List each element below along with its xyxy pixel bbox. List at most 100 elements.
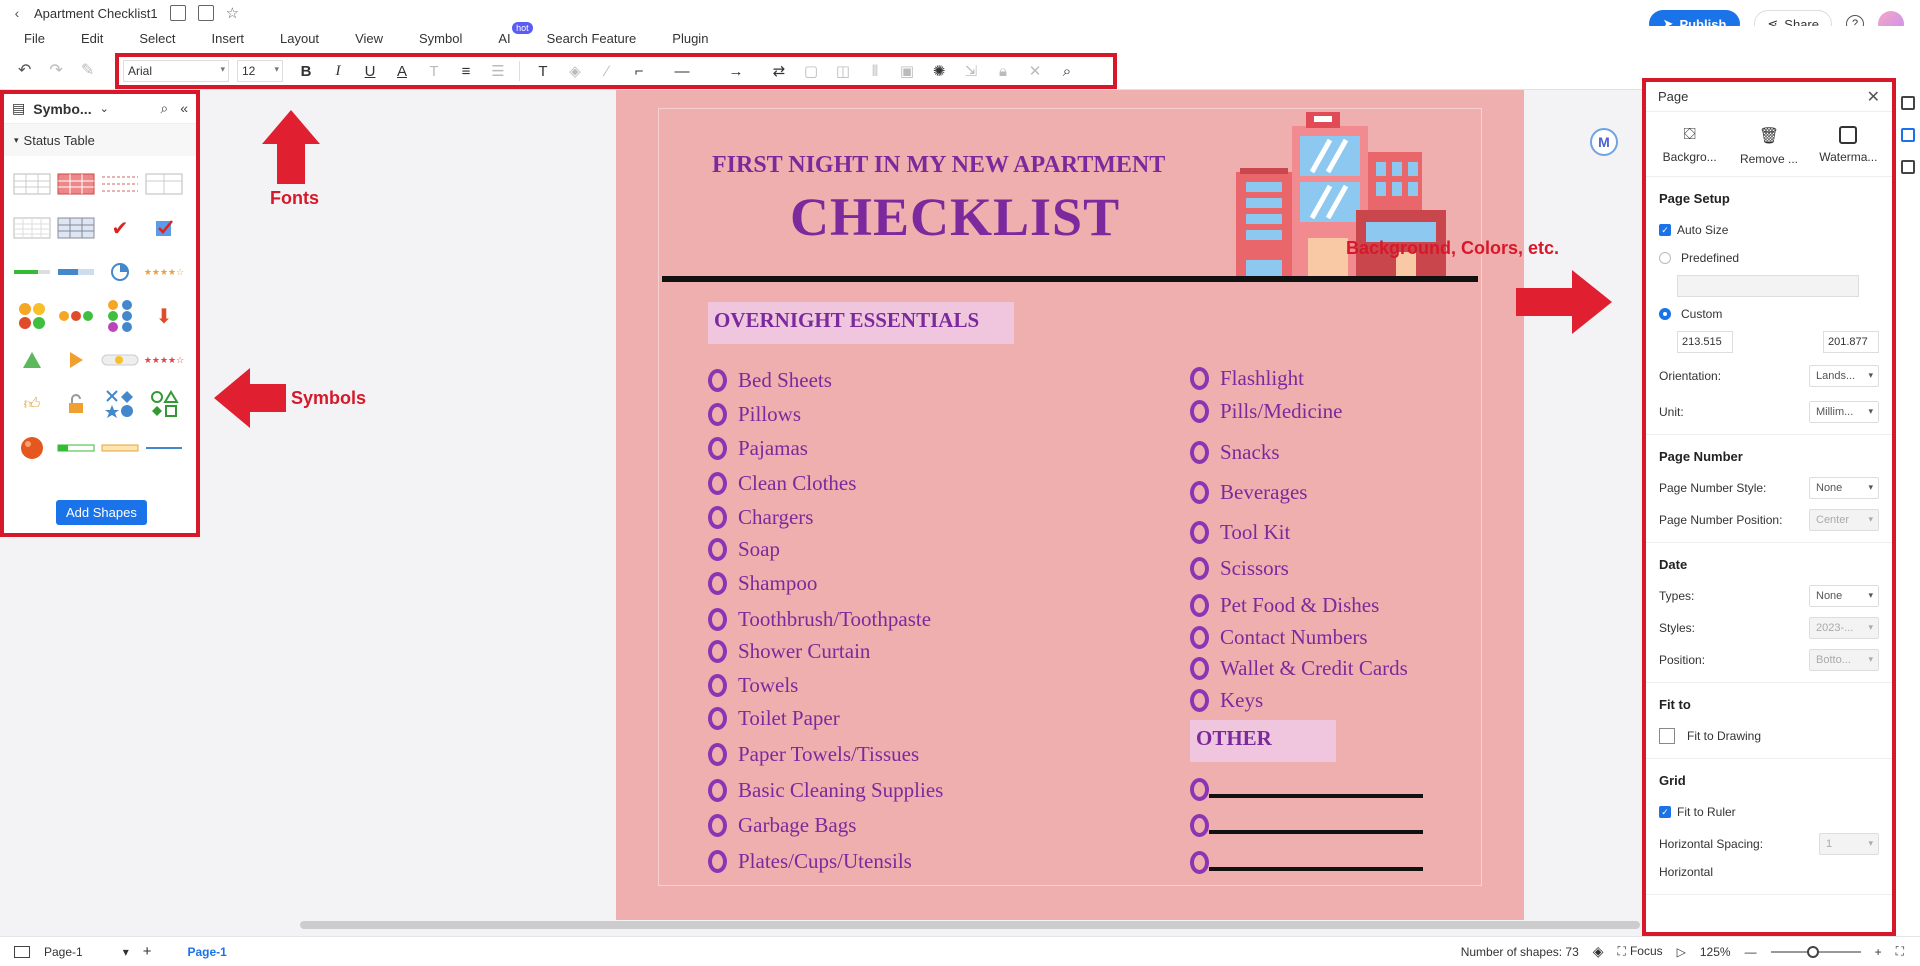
list-item[interactable]: Basic Cleaning Supplies (708, 778, 943, 803)
section-overnight-essentials[interactable]: OVERNIGHT ESSENTIALS (708, 302, 1014, 344)
list-item[interactable]: Contact Numbers (1190, 625, 1368, 650)
list-item[interactable]: Tool Kit (1190, 520, 1290, 545)
page-layout-icon[interactable] (14, 945, 30, 958)
play-icon[interactable] (54, 338, 98, 382)
connector-icon[interactable]: ⌐ (630, 63, 648, 80)
undo-icon[interactable]: ↶ (18, 60, 31, 80)
add-page-icon[interactable]: + (143, 943, 152, 960)
page-number-style-select[interactable]: None (1809, 477, 1879, 499)
zoom-in-icon[interactable]: + (1875, 945, 1882, 959)
list-item[interactable]: Pajamas (708, 436, 808, 461)
list-item[interactable]: Toothbrush/Toothpaste (708, 607, 931, 632)
width-input[interactable]: 213.515 (1677, 331, 1733, 353)
line-spacing-icon[interactable]: ☰ (489, 62, 507, 80)
slider-blue-icon[interactable] (142, 426, 186, 470)
triangle-up-icon[interactable] (10, 338, 54, 382)
symbol-table-grid[interactable] (10, 206, 54, 250)
find-replace-icon[interactable]: ⌕ (1058, 63, 1076, 80)
back-icon[interactable]: ‹ (8, 5, 26, 21)
list-item[interactable]: Soap (708, 537, 780, 562)
position-select[interactable]: Botto... (1809, 649, 1879, 671)
fill-icon[interactable]: ◈ (566, 62, 584, 80)
symbol-table-red[interactable] (54, 162, 98, 206)
list-item[interactable]: Toilet Paper (708, 706, 840, 731)
checklist-subtitle[interactable]: FIRST NIGHT IN MY NEW APARTMENT (712, 152, 1165, 179)
font-size-select[interactable]: 12 (237, 60, 283, 82)
progress-bar-blue[interactable] (54, 250, 98, 294)
replace-icon[interactable]: ⇲ (962, 62, 980, 80)
underline-icon[interactable]: U (361, 63, 379, 80)
blank-line-item[interactable] (1190, 814, 1423, 837)
symbol-table-grey[interactable] (10, 162, 54, 206)
remove-background-tool[interactable]: 🗑︎ Remove ... (1734, 126, 1804, 166)
bold-icon[interactable]: B (297, 63, 315, 80)
fit-to-drawing-button[interactable]: Fit to Drawing (1659, 722, 1879, 750)
star-rating-icon[interactable]: ★★★★☆ (142, 250, 186, 294)
arrange-icon[interactable]: ⫴ (866, 63, 884, 80)
checklist-page[interactable]: FIRST NIGHT IN MY NEW APARTMENT CHECKLIS… (616, 90, 1524, 920)
section-other[interactable]: OTHER (1190, 720, 1336, 762)
list-item[interactable]: Keys (1190, 688, 1263, 713)
save-icon[interactable] (169, 5, 186, 21)
assistant-icon[interactable]: M (1590, 128, 1618, 156)
expand-icon[interactable]: ⌄ (100, 102, 109, 115)
search-icon[interactable]: ⌕ (160, 100, 168, 117)
symbol-table-blue[interactable] (54, 206, 98, 250)
align-icon[interactable]: ≡ (457, 63, 475, 80)
list-item[interactable]: Beverages (1190, 480, 1307, 505)
predefined-select[interactable] (1659, 272, 1879, 300)
list-item[interactable]: Shampoo (708, 571, 817, 596)
export-icon[interactable] (197, 5, 214, 21)
style-panel-icon[interactable] (1901, 96, 1915, 110)
menu-symbol[interactable]: Symbol (419, 31, 462, 46)
menu-search-feature[interactable]: Search Feature (547, 31, 637, 46)
list-item[interactable]: Pills/Medicine (1190, 399, 1343, 424)
canvas-area[interactable]: FIRST NIGHT IN MY NEW APARTMENT CHECKLIS… (200, 90, 1640, 920)
collapse-icon[interactable]: « (180, 100, 188, 117)
arrow-style-icon[interactable]: → (716, 63, 756, 80)
line-style-icon[interactable]: — (662, 63, 702, 80)
menu-ai[interactable]: AI hot (498, 21, 533, 46)
list-item[interactable]: Garbage Bags (708, 813, 856, 838)
pie-progress-icon[interactable] (98, 250, 142, 294)
zoom-slider-thumb[interactable] (1806, 945, 1819, 958)
checklist-title[interactable]: CHECKLIST (790, 186, 1120, 248)
list-item[interactable]: Pillows (708, 402, 801, 427)
size-icon[interactable]: ▣ (898, 62, 916, 80)
menu-plugin[interactable]: Plugin (672, 31, 708, 46)
strikethrough-icon[interactable]: T (425, 63, 443, 80)
redo-icon[interactable]: ↷ (49, 60, 62, 80)
page-tab[interactable]: Page-1 (188, 945, 227, 959)
fit-to-ruler-checkbox[interactable]: ✓ Fit to Ruler (1659, 798, 1879, 826)
slider-orange-icon[interactable] (98, 426, 142, 470)
list-item[interactable]: Scissors (1190, 556, 1289, 581)
menu-view[interactable]: View (355, 31, 383, 46)
list-item[interactable]: Snacks (1190, 440, 1280, 465)
stacked-dots-icon[interactable] (98, 294, 142, 338)
symbols-title[interactable]: Symbo... (33, 101, 91, 117)
document-title[interactable]: Apartment Checklist1 (34, 6, 158, 21)
add-shapes-button[interactable]: Add Shapes (56, 500, 147, 525)
list-item[interactable]: Clean Clothes (708, 471, 856, 496)
page-select[interactable]: Page-1 ▾ (44, 945, 129, 959)
status-dots-icon[interactable] (54, 294, 98, 338)
list-item[interactable]: Pet Food & Dishes (1190, 593, 1379, 618)
red-stars-icon[interactable]: ★★★★☆ (142, 338, 186, 382)
arrow-down-icon[interactable]: ⬇ (142, 294, 186, 338)
shadow-icon[interactable]: ◫ (834, 62, 852, 80)
traffic-dots-icon[interactable] (10, 294, 54, 338)
font-family-select[interactable]: Arial (123, 60, 229, 82)
list-item[interactable]: Wallet & Credit Cards (1190, 656, 1408, 681)
shape-mix-icon[interactable] (98, 382, 142, 426)
list-item[interactable]: Flashlight (1190, 366, 1304, 391)
orientation-select[interactable]: Lands... (1809, 365, 1879, 387)
blank-line-item[interactable] (1190, 778, 1423, 801)
toggle-rating-icon[interactable] (98, 338, 142, 382)
effects-icon[interactable]: ✺ (930, 62, 948, 80)
checkmark-icon[interactable]: ✔ (98, 206, 142, 250)
list-item[interactable]: Towels (708, 673, 798, 698)
symbol-table-lines[interactable] (98, 162, 142, 206)
styles-select[interactable]: 2023-... (1809, 617, 1879, 639)
text-tool-icon[interactable]: T (534, 63, 552, 80)
layers-icon[interactable]: ◈ (1593, 943, 1604, 960)
